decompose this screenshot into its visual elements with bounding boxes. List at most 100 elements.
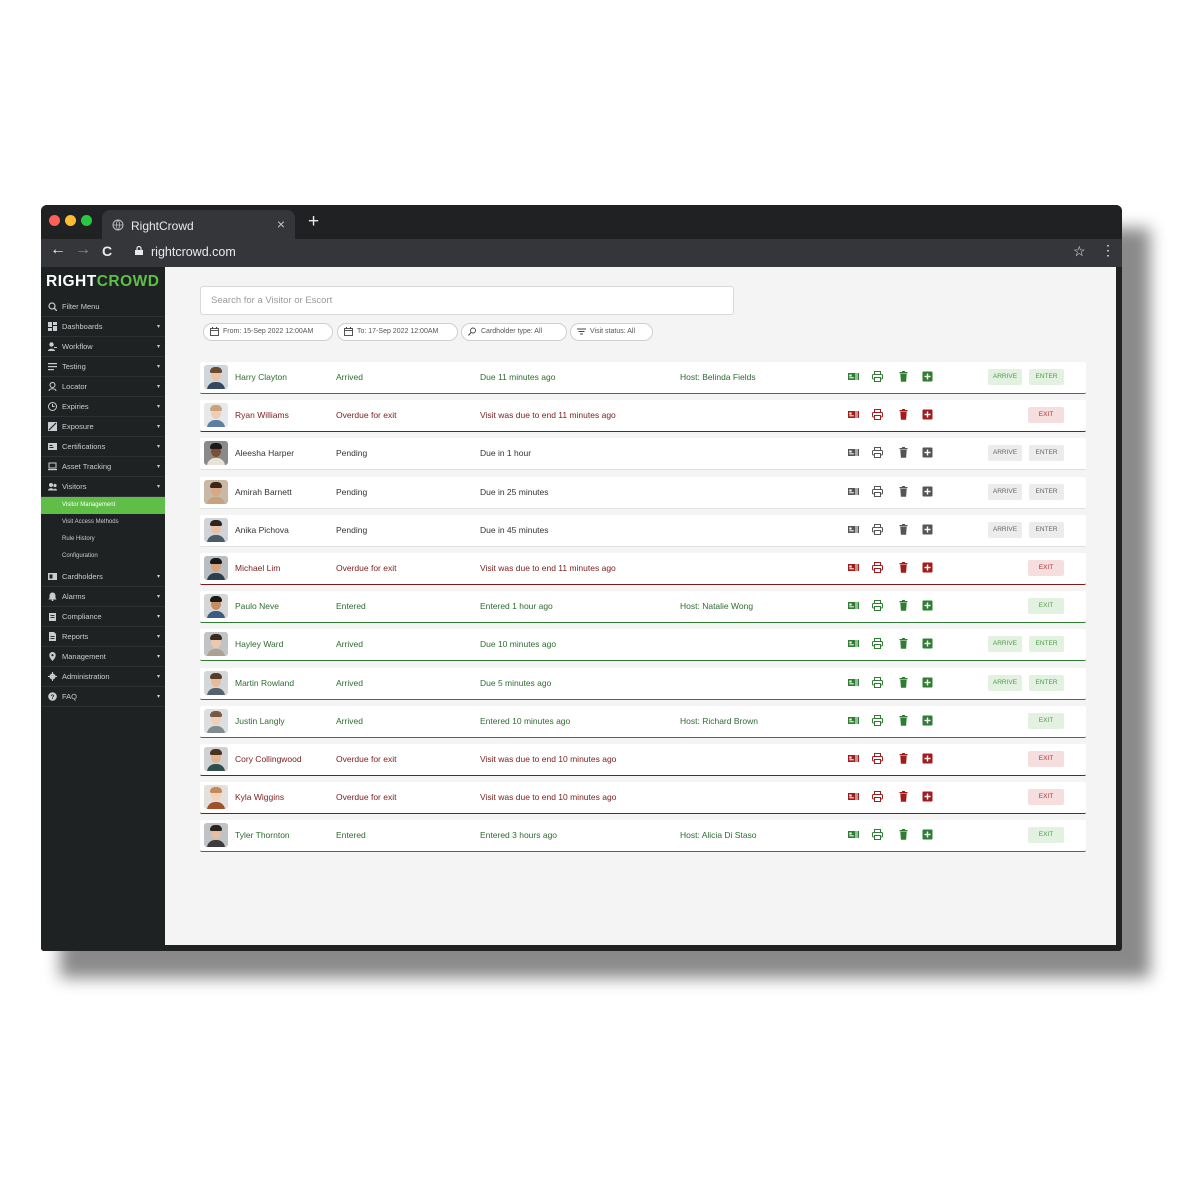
visit-row[interactable]: Ryan Williams Overdue for exit Visit was d…	[200, 400, 1086, 433]
sidebar-item-alarms[interactable]: Alarms ▾	[41, 587, 165, 607]
visit-row[interactable]: Anika Pichova Pending Due in 45 minutes ARR…	[200, 514, 1086, 547]
visit-status-filter[interactable]: Visit status: All	[570, 323, 653, 341]
arrive-button[interactable]: ARRIVE	[988, 369, 1022, 385]
exit-button[interactable]: EXIT	[1028, 751, 1064, 767]
add-icon[interactable]	[922, 371, 933, 382]
add-icon[interactable]	[922, 791, 933, 802]
visitor-name[interactable]: Martin Rowland	[235, 678, 294, 688]
enter-button[interactable]: ENTER	[1029, 636, 1064, 653]
trash-icon[interactable]	[898, 714, 909, 726]
sidebar-subitem-visit-access-methods[interactable]: Visit Access Methods	[41, 514, 165, 531]
address-bar[interactable]: rightcrowd.com	[131, 241, 1031, 263]
printer-icon[interactable]	[872, 523, 883, 535]
exit-button[interactable]: EXIT	[1028, 598, 1064, 615]
id-card-icon[interactable]	[848, 829, 859, 840]
printer-icon[interactable]	[872, 714, 883, 726]
trash-icon[interactable]	[898, 371, 909, 382]
id-card-icon[interactable]	[848, 562, 859, 573]
sidebar-item-dashboards[interactable]: Dashboards ▾	[41, 317, 165, 337]
sidebar-item-compliance[interactable]: Compliance ▾	[41, 607, 165, 627]
enter-button[interactable]: ENTER	[1029, 483, 1064, 500]
exit-button[interactable]: EXIT	[1028, 789, 1064, 806]
sidebar-item-administration[interactable]: Administration ▾	[41, 667, 165, 687]
sidebar-item-reports[interactable]: Reports ▾	[41, 627, 165, 647]
enter-button[interactable]: ENTER	[1029, 521, 1064, 538]
to-date-filter[interactable]: To: 17-Sep 2022 12:00AM	[337, 323, 458, 341]
sidebar-item-testing[interactable]: Testing ▾	[41, 357, 165, 377]
visitor-name[interactable]: Aleesha Harper	[235, 448, 294, 458]
sidebar-item-cardholders[interactable]: Cardholders ▾	[41, 567, 165, 587]
visit-row[interactable]: Aleesha Harper Pending Due in 1 hour ARRIVE…	[200, 438, 1086, 471]
printer-icon[interactable]	[872, 371, 883, 382]
exit-button[interactable]: EXIT	[1028, 407, 1064, 424]
id-card-icon[interactable]	[848, 677, 859, 688]
sidebar-item-workflow[interactable]: Workflow ▾	[41, 337, 165, 357]
new-tab-button[interactable]: +	[308, 211, 319, 233]
trash-icon[interactable]	[898, 485, 909, 497]
visit-row[interactable]: Kyla Wiggins Overdue for exit Visit was du…	[200, 782, 1086, 815]
arrive-button[interactable]: ARRIVE	[988, 483, 1022, 500]
sidebar-subitem-rule-history[interactable]: Rule History	[41, 531, 165, 548]
add-icon[interactable]	[922, 524, 933, 535]
visitor-name[interactable]: Tyler Thornton	[235, 830, 290, 840]
tab-close-icon[interactable]: ×	[277, 216, 285, 232]
add-icon[interactable]	[922, 829, 933, 840]
visitor-name[interactable]: Paulo Neve	[235, 601, 279, 611]
browser-menu-icon[interactable]: ⋮	[1101, 242, 1115, 259]
trash-icon[interactable]	[898, 600, 909, 611]
visitor-search-input[interactable]: Search for a Visitor or Escort	[200, 286, 734, 315]
trash-icon[interactable]	[898, 409, 909, 420]
visitor-name[interactable]: Anika Pichova	[235, 525, 289, 535]
add-icon[interactable]	[922, 486, 933, 497]
trash-icon[interactable]	[898, 562, 909, 573]
id-card-icon[interactable]	[848, 600, 859, 611]
id-card-icon[interactable]	[848, 447, 859, 458]
arrive-button[interactable]: ARRIVE	[988, 521, 1022, 538]
trash-icon[interactable]	[898, 829, 909, 841]
visit-row[interactable]: Michael Lim Overdue for exit Visit was due…	[200, 553, 1086, 585]
from-date-filter[interactable]: From: 15-Sep 2022 12:00AM	[203, 323, 333, 341]
id-card-icon[interactable]	[848, 409, 859, 420]
printer-icon[interactable]	[872, 638, 883, 650]
id-card-icon[interactable]	[848, 715, 859, 726]
printer-icon[interactable]	[872, 791, 883, 803]
exit-button[interactable]: EXIT	[1028, 560, 1064, 576]
visitor-name[interactable]: Amirah Barnett	[235, 487, 292, 497]
forward-arrow-icon[interactable]: →	[75, 241, 91, 259]
trash-icon[interactable]	[898, 523, 909, 535]
add-icon[interactable]	[922, 562, 933, 573]
enter-button[interactable]: ENTER	[1029, 445, 1064, 462]
cardholder-type-filter[interactable]: Cardholder type: All	[461, 323, 567, 341]
id-card-icon[interactable]	[848, 524, 859, 535]
sidebar-item-expiries[interactable]: Expiries ▾	[41, 397, 165, 417]
printer-icon[interactable]	[872, 562, 883, 573]
id-card-icon[interactable]	[848, 791, 859, 802]
add-icon[interactable]	[922, 447, 933, 458]
printer-icon[interactable]	[872, 600, 883, 612]
visit-row[interactable]: Paulo Neve Entered Entered 1 hour ago Host:…	[200, 591, 1086, 624]
browser-tab[interactable]: RightCrowd ×	[102, 210, 295, 240]
visit-row[interactable]: Martin Rowland Arrived Due 5 minutes ago AR…	[200, 667, 1086, 700]
sidebar-item-visitors[interactable]: Visitors ▾	[41, 477, 165, 497]
add-icon[interactable]	[922, 600, 933, 611]
sidebar-subitem-configuration[interactable]: Configuration	[41, 548, 165, 565]
visit-row[interactable]: Harry Clayton Arrived Due 11 minutes ago Ho…	[200, 362, 1086, 394]
visitor-name[interactable]: Hayley Ward	[235, 639, 283, 649]
visit-row[interactable]: Amirah Barnett Pending Due in 25 minutes AR…	[200, 476, 1086, 509]
trash-icon[interactable]	[898, 447, 909, 459]
arrive-button[interactable]: ARRIVE	[988, 674, 1022, 691]
id-card-icon[interactable]	[848, 371, 859, 382]
arrive-button[interactable]: ARRIVE	[988, 445, 1022, 462]
visitor-name[interactable]: Harry Clayton	[235, 372, 287, 382]
sidebar-item-certifications[interactable]: Certifications ▾	[41, 437, 165, 457]
visitor-name[interactable]: Cory Collingwood	[235, 754, 302, 764]
close-window-button[interactable]	[49, 215, 60, 226]
sidebar-item-filter-menu[interactable]: Filter Menu	[41, 297, 165, 317]
bookmark-star-icon[interactable]: ☆	[1073, 243, 1086, 260]
add-icon[interactable]	[922, 638, 933, 649]
enter-button[interactable]: ENTER	[1029, 369, 1064, 385]
visit-row[interactable]: Justin Langly Arrived Entered 10 minutes a…	[200, 705, 1086, 738]
exit-button[interactable]: EXIT	[1028, 712, 1064, 729]
sidebar-subitem-visitor-management[interactable]: Visitor Management	[41, 497, 165, 514]
visitor-name[interactable]: Justin Langly	[235, 716, 285, 726]
